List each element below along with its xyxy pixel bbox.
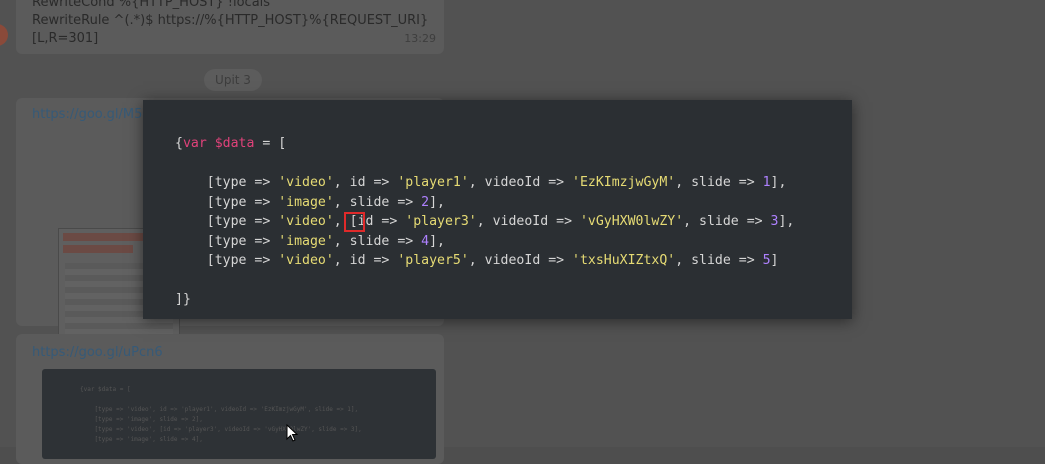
code-variable: $data (214, 136, 255, 151)
message-bubble-link-2: https://goo.gl/uPcn6 {var $data = [ [typ… (16, 334, 444, 464)
message-link[interactable]: https://goo.gl/uPcn6 (32, 344, 163, 362)
code-text: ]} (175, 292, 191, 307)
code-preview-thumbnail[interactable]: {var $data = [ [type => 'video', id => '… (42, 369, 436, 459)
message-time: 13:29 (404, 32, 436, 45)
code-viewer[interactable]: {var $data = [ [type => 'video', id => '… (143, 100, 852, 319)
message-bubble-rewrite: RewriteCond %{HTTP_HOST} !locals Rewrite… (16, 0, 444, 54)
code-line-5: [type => 'video', id => 'player5', video… (175, 253, 779, 268)
code-block: {var $data = [ [type => 'video', id => '… (175, 134, 794, 310)
code-line-4: [type => 'image', slide => 4], (175, 233, 445, 249)
message-line: RewriteRule ^(.*)$ https://%{HTTP_HOST}%… (32, 13, 429, 28)
message-line: [L,R=301] (32, 31, 99, 46)
code-line-1: [type => 'video', id => 'player1', video… (175, 175, 787, 190)
message-link[interactable]: https://goo.gl/M5 (32, 106, 142, 124)
highlight-box (344, 212, 365, 232)
code-keyword: var (182, 136, 207, 151)
code-text: { (175, 136, 183, 151)
date-separator: Upit 3 (204, 69, 262, 91)
code-line-3: [type => 'video', [id => 'player3', vide… (175, 214, 795, 229)
mouse-cursor-icon (286, 424, 299, 442)
message-line: RewriteCond %{HTTP_HOST} !locals (32, 0, 271, 10)
code-line-2: [type => 'image', slide => 2], (175, 194, 445, 210)
code-text: = [ (254, 136, 287, 151)
